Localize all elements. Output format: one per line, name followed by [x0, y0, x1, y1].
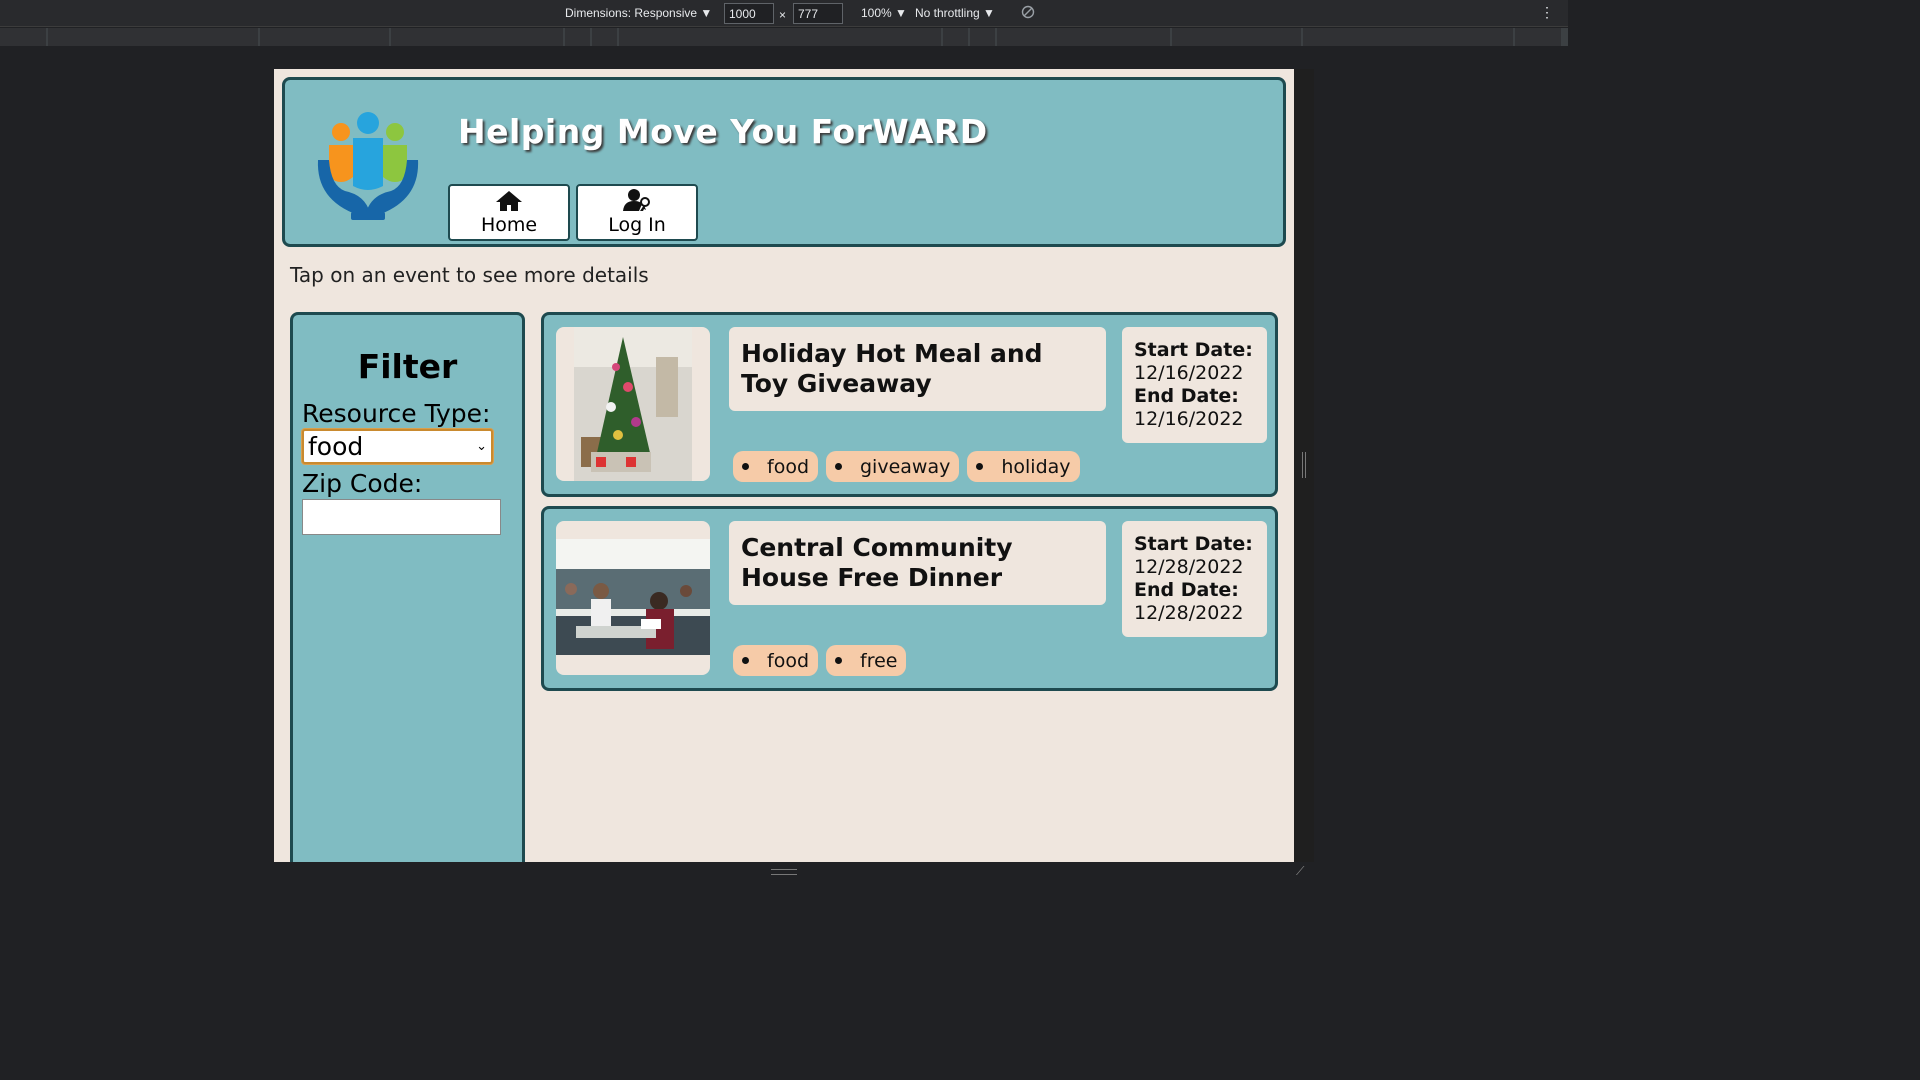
more-options-icon[interactable]: ⋮ — [1540, 4, 1554, 21]
event-image — [556, 521, 710, 675]
filter-title: Filter — [357, 347, 458, 386]
resize-handle-bottom[interactable] — [771, 869, 797, 875]
end-date-value: 12/28/2022 — [1134, 602, 1244, 624]
event-title: Central Community House Free Dinner — [741, 533, 1013, 592]
dimension-separator: × — [779, 8, 787, 22]
event-title-box: Holiday Hot Meal and Toy Giveaway — [729, 327, 1106, 411]
rotate-icon[interactable] — [1021, 5, 1035, 22]
end-date-label: End Date: — [1134, 385, 1239, 407]
zoom-dropdown[interactable]: 100% ▼ — [861, 6, 907, 20]
event-title: Holiday Hot Meal and Toy Giveaway — [741, 339, 1043, 398]
filter-panel: Filter Resource Type: food ⌄ Zip Code: — [290, 312, 525, 862]
media-query-ruler — [0, 28, 1568, 46]
tag: food — [733, 645, 818, 676]
tag: holiday — [967, 451, 1080, 482]
start-date-value: 12/16/2022 — [1134, 362, 1244, 384]
event-tags: food free — [733, 645, 907, 676]
devtools-toolbar: Dimensions: Responsive ▼ × 100% ▼ No thr… — [0, 0, 1568, 27]
zip-code-label: Zip Code: — [302, 469, 423, 498]
site-title: Helping Move You ForWARD — [458, 112, 988, 151]
viewport-width-input[interactable] — [724, 3, 774, 24]
emulated-viewport: Helping Move You ForWARD Home Log In Tap… — [274, 69, 1294, 862]
user-key-icon — [623, 189, 650, 211]
site-header: Helping Move You ForWARD Home Log In — [282, 77, 1286, 247]
dimensions-dropdown[interactable]: Dimensions: Responsive ▼ — [565, 6, 712, 20]
end-date-label: End Date: — [1134, 579, 1239, 601]
tag: free — [826, 645, 907, 676]
event-tags: food giveaway holiday — [733, 451, 1080, 482]
login-button-label: Log In — [608, 214, 666, 236]
home-icon — [496, 191, 522, 211]
event-card[interactable]: Central Community House Free Dinner Star… — [541, 506, 1278, 691]
tag: giveaway — [826, 451, 960, 482]
home-button[interactable]: Home — [448, 184, 570, 241]
login-button[interactable]: Log In — [576, 184, 698, 241]
resize-handle-right[interactable] — [1302, 452, 1306, 478]
event-dates: Start Date: 12/28/2022 End Date: 12/28/2… — [1122, 521, 1267, 637]
tag: food — [733, 451, 818, 482]
resource-type-value: food — [308, 432, 364, 461]
throttling-dropdown[interactable]: No throttling ▼ — [915, 6, 995, 20]
start-date-value: 12/28/2022 — [1134, 556, 1244, 578]
event-title-box: Central Community House Free Dinner — [729, 521, 1106, 605]
viewport-height-input[interactable] — [793, 3, 843, 24]
event-dates: Start Date: 12/16/2022 End Date: 12/16/2… — [1122, 327, 1267, 443]
resize-handle-corner[interactable]: ⟋ — [1296, 864, 1310, 878]
end-date-value: 12/16/2022 — [1134, 408, 1244, 430]
event-card[interactable]: Holiday Hot Meal and Toy Giveaway Start … — [541, 312, 1278, 497]
people-in-hands-logo — [313, 100, 423, 225]
zip-code-input[interactable] — [302, 499, 501, 535]
start-date-label: Start Date: — [1134, 533, 1253, 555]
instructions-text: Tap on an event to see more details — [290, 263, 649, 287]
home-button-label: Home — [480, 214, 538, 236]
event-image — [556, 327, 710, 481]
start-date-label: Start Date: — [1134, 339, 1253, 361]
resource-type-label: Resource Type: — [302, 399, 491, 428]
chevron-down-icon: ⌄ — [476, 439, 487, 454]
resource-type-select[interactable]: food ⌄ — [302, 429, 493, 464]
